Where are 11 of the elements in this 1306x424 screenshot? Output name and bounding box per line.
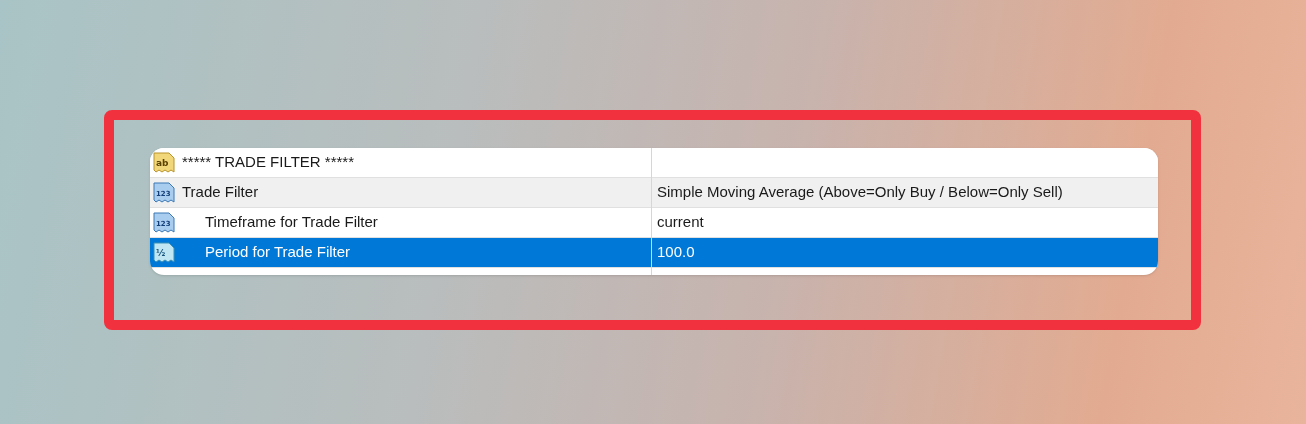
- property-value: current: [657, 212, 704, 233]
- property-row[interactable]: ½ Period for Trade Filter 100.0: [150, 238, 1158, 268]
- property-name: Timeframe for Trade Filter: [205, 212, 378, 233]
- property-name: Period for Trade Filter: [205, 242, 351, 263]
- property-row[interactable]: ab ***** TRADE FILTER *****: [150, 148, 1158, 178]
- text-type-icon: ab: [152, 150, 176, 175]
- property-name: ***** TRADE FILTER *****: [182, 152, 354, 173]
- property-name: Trade Filter: [182, 182, 259, 203]
- fraction-type-icon: ½: [152, 240, 176, 265]
- property-value: 100.0: [657, 242, 695, 263]
- property-value: Simple Moving Average (Above=Only Buy / Below=Only Sell): [657, 182, 1063, 203]
